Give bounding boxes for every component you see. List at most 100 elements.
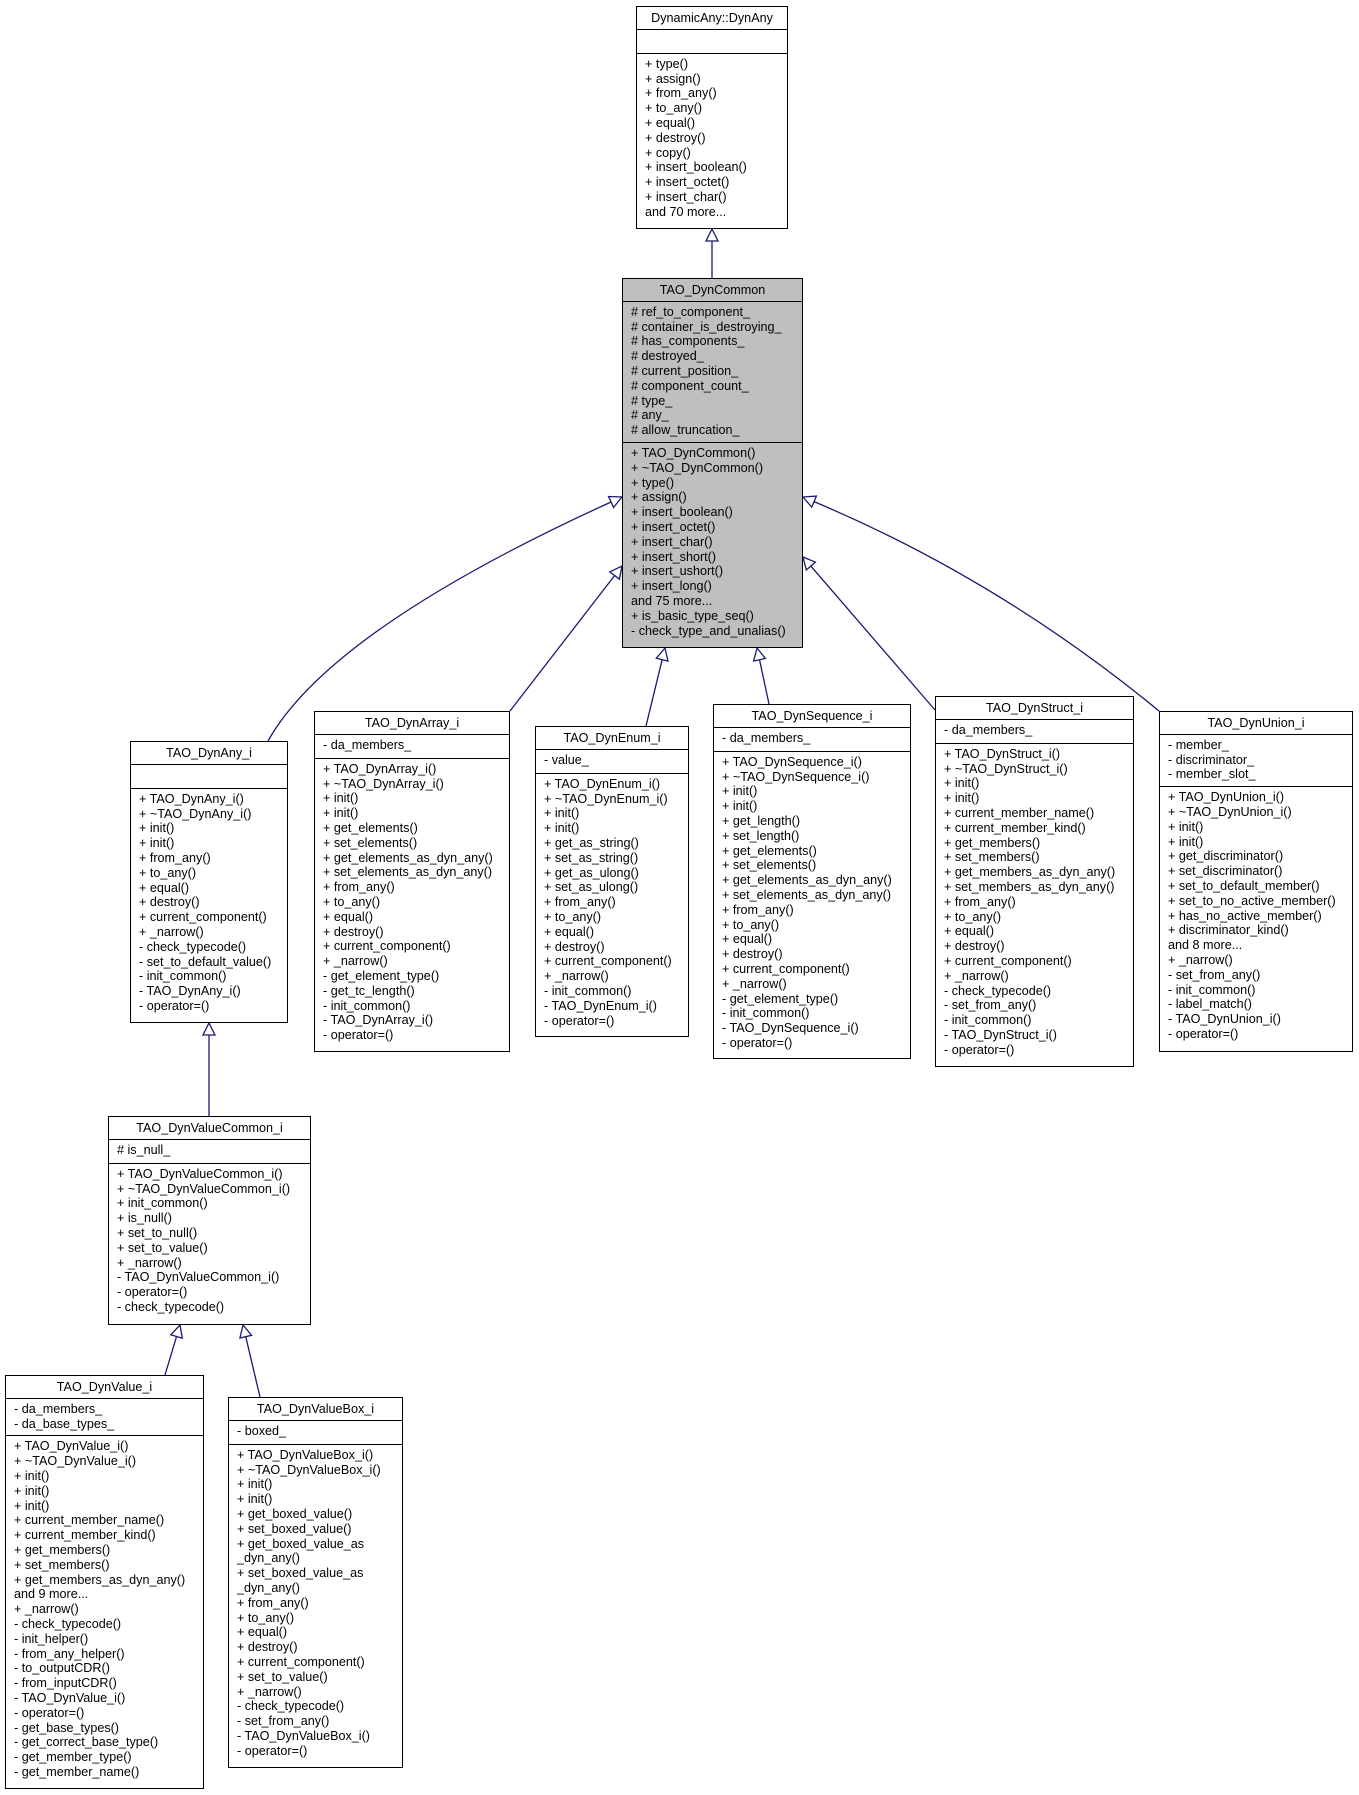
class-tao-dynvaluecommon-i[interactable]: TAO_DynValueCommon_i # is_null_ + TAO_Dy…: [108, 1116, 311, 1325]
class-operation: + insert_boolean(): [631, 505, 733, 520]
class-name: TAO_DynUnion_i: [1160, 712, 1352, 735]
inheritance-edge-dynarray_i-to-dyncommon: [509, 575, 616, 712]
class-operation: + set_elements_as_dyn_any(): [323, 865, 493, 880]
class-tao-dynenum-i[interactable]: TAO_DynEnum_i - value_ + TAO_DynEnum_i()…: [535, 726, 689, 1037]
class-operation: + ~TAO_DynSequence_i(): [722, 769, 870, 784]
class-operation: - set_from_any(): [237, 1714, 330, 1729]
class-operation: + init(): [139, 836, 175, 851]
class-operation: + equal(): [323, 909, 374, 924]
class-operation: + get_boxed_value(): [237, 1506, 353, 1521]
class-tao-dynany-i[interactable]: TAO_DynAny_i + TAO_DynAny_i() + ~TAO_DynA…: [130, 741, 288, 1023]
class-operation: + current_component(): [722, 961, 850, 976]
class-attributes: [637, 30, 787, 54]
class-operation: + type(): [631, 475, 675, 490]
class-operation: + set_as_string(): [544, 850, 639, 865]
class-name: TAO_DynArray_i: [315, 712, 509, 735]
class-operation: + equal(): [645, 115, 696, 130]
class-operation: - init_common(): [323, 998, 411, 1013]
class-operation: + assign(): [631, 490, 687, 505]
inheritance-edge-dynenum_i-to-dyncommon: [645, 659, 663, 727]
class-operation: + destroy(): [323, 924, 384, 939]
class-operation: + from_any(): [944, 894, 1016, 909]
class-operation: - TAO_DynValue_i(): [14, 1690, 126, 1705]
class-operation: - get_correct_base_type(): [14, 1735, 159, 1750]
class-operation: + destroy(): [944, 939, 1005, 954]
class-operation: - TAO_DynValueBox_i(): [237, 1728, 370, 1743]
class-operation: + set_to_no_active_member(): [1168, 893, 1336, 908]
class-operation: + equal(): [237, 1625, 288, 1640]
class-tao-dynstruct-i[interactable]: TAO_DynStruct_i - da_members_ + TAO_DynS…: [935, 696, 1134, 1067]
class-operation: + current_member_kind(): [944, 820, 1086, 835]
class-operation: + TAO_DynArray_i(): [323, 761, 437, 776]
class-operation: + from_any(): [139, 850, 211, 865]
class-operation: + equal(): [944, 924, 995, 939]
class-operation: - set_from_any(): [944, 998, 1037, 1013]
class-operation: + to_any(): [323, 894, 381, 909]
inheritance-arrowhead-icon: [802, 555, 817, 572]
class-operation: + type(): [645, 56, 689, 71]
inheritance-edge-dynsequence_i-to-dyncommon: [758, 659, 770, 705]
class-operation: - get_element_type(): [722, 991, 839, 1006]
class-operation: - TAO_DynEnum_i(): [544, 998, 657, 1013]
class-operation: + to_any(): [944, 909, 1002, 924]
class-operation: - get_member_name(): [14, 1764, 140, 1779]
class-attribute: # destroyed_: [631, 349, 704, 364]
class-operation: + set_boxed_value(): [237, 1521, 352, 1536]
class-attribute: # any_: [631, 408, 669, 423]
class-tao-dynarray-i[interactable]: TAO_DynArray_i - da_members_ + TAO_DynAr…: [314, 711, 510, 1052]
class-tao-dynvaluebox-i[interactable]: TAO_DynValueBox_i - boxed_ + TAO_DynValu…: [228, 1397, 403, 1768]
class-attribute: # component_count_: [631, 378, 749, 393]
class-operation: + insert_ushort(): [631, 564, 724, 579]
class-operation: + destroy(): [645, 130, 706, 145]
inheritance-edge-dynstruct_i-to-dyncommon: [810, 565, 936, 711]
class-operation: + destroy(): [237, 1640, 298, 1655]
class-tao-dynsequence-i[interactable]: TAO_DynSequence_i - da_members_ + TAO_Dy…: [713, 704, 911, 1059]
class-operation: + set_elements(): [323, 835, 418, 850]
inheritance-edge-dynunion_i-to-dyncommon: [813, 501, 1160, 712]
class-operation: + ~TAO_DynEnum_i(): [544, 791, 668, 806]
class-tao-dyncommon[interactable]: TAO_DynCommon # ref_to_component_ # conta…: [622, 278, 803, 648]
class-operation: + get_members_as_dyn_any(): [944, 865, 1116, 880]
class-operation: - operator=(): [722, 1035, 793, 1050]
class-operation: + get_length(): [722, 813, 801, 828]
class-operation: + set_discriminator(): [1168, 864, 1283, 879]
class-operation: + _narrow(): [117, 1255, 182, 1270]
class-attributes: - da_members_: [315, 735, 509, 759]
class-attribute: - value_: [544, 752, 589, 767]
class-attribute: - member_slot_: [1168, 767, 1256, 782]
class-operation: + ~TAO_DynStruct_i(): [944, 761, 1068, 776]
class-operation: + _narrow(): [722, 976, 787, 991]
class-operation: + _narrow(): [139, 924, 204, 939]
class-operation: + set_elements(): [722, 858, 817, 873]
class-operation: - TAO_DynValueCommon_i(): [117, 1270, 280, 1285]
inheritance-arrowhead-icon: [169, 1323, 184, 1340]
class-operations: + TAO_DynStruct_i() + ~TAO_DynStruct_i() +…: [936, 744, 1133, 1062]
class-operation: - check_typecode(): [117, 1299, 225, 1314]
class-operation: - operator=(): [139, 998, 210, 1013]
class-tao-dynunion-i[interactable]: TAO_DynUnion_i - member_ - discriminator_…: [1159, 711, 1353, 1052]
class-dynamicany-dynany[interactable]: DynamicAny::DynAny + type() + assign() + f…: [636, 6, 788, 229]
class-operation: + init(): [323, 791, 359, 806]
class-operation: + assign(): [645, 71, 701, 86]
class-operation: - TAO_DynUnion_i(): [1168, 1012, 1281, 1027]
class-attribute: # is_null_: [117, 1142, 171, 1157]
class-operation: + current_member_name(): [944, 805, 1095, 820]
class-operation: + init(): [237, 1477, 273, 1492]
class-operation: + set_to_value(): [117, 1240, 208, 1255]
class-operation: + from_any(): [722, 902, 794, 917]
class-operation: + TAO_DynSequence_i(): [722, 754, 862, 769]
class-operation: + TAO_DynUnion_i(): [1168, 790, 1285, 805]
class-operation: - to_outputCDR(): [14, 1661, 110, 1676]
class-operation: _dyn_any(): [237, 1551, 301, 1566]
class-operation: + set_to_default_member(): [1168, 878, 1320, 893]
class-operation: + current_component(): [544, 954, 672, 969]
class-operation: - operator=(): [323, 1028, 394, 1043]
class-operations: + TAO_DynAny_i() + ~TAO_DynAny_i() + init(…: [131, 789, 287, 1018]
class-tao-dynvalue-i[interactable]: TAO_DynValue_i - da_members_ - da_base_ty…: [5, 1375, 204, 1789]
class-operation: + ~TAO_DynValue_i(): [14, 1454, 137, 1469]
class-attribute: - da_members_: [944, 722, 1033, 737]
class-attributes: - da_members_: [936, 720, 1133, 744]
class-operation: + _narrow(): [544, 969, 609, 984]
class-operation: + destroy(): [139, 895, 200, 910]
class-operation: + TAO_DynEnum_i(): [544, 776, 661, 791]
